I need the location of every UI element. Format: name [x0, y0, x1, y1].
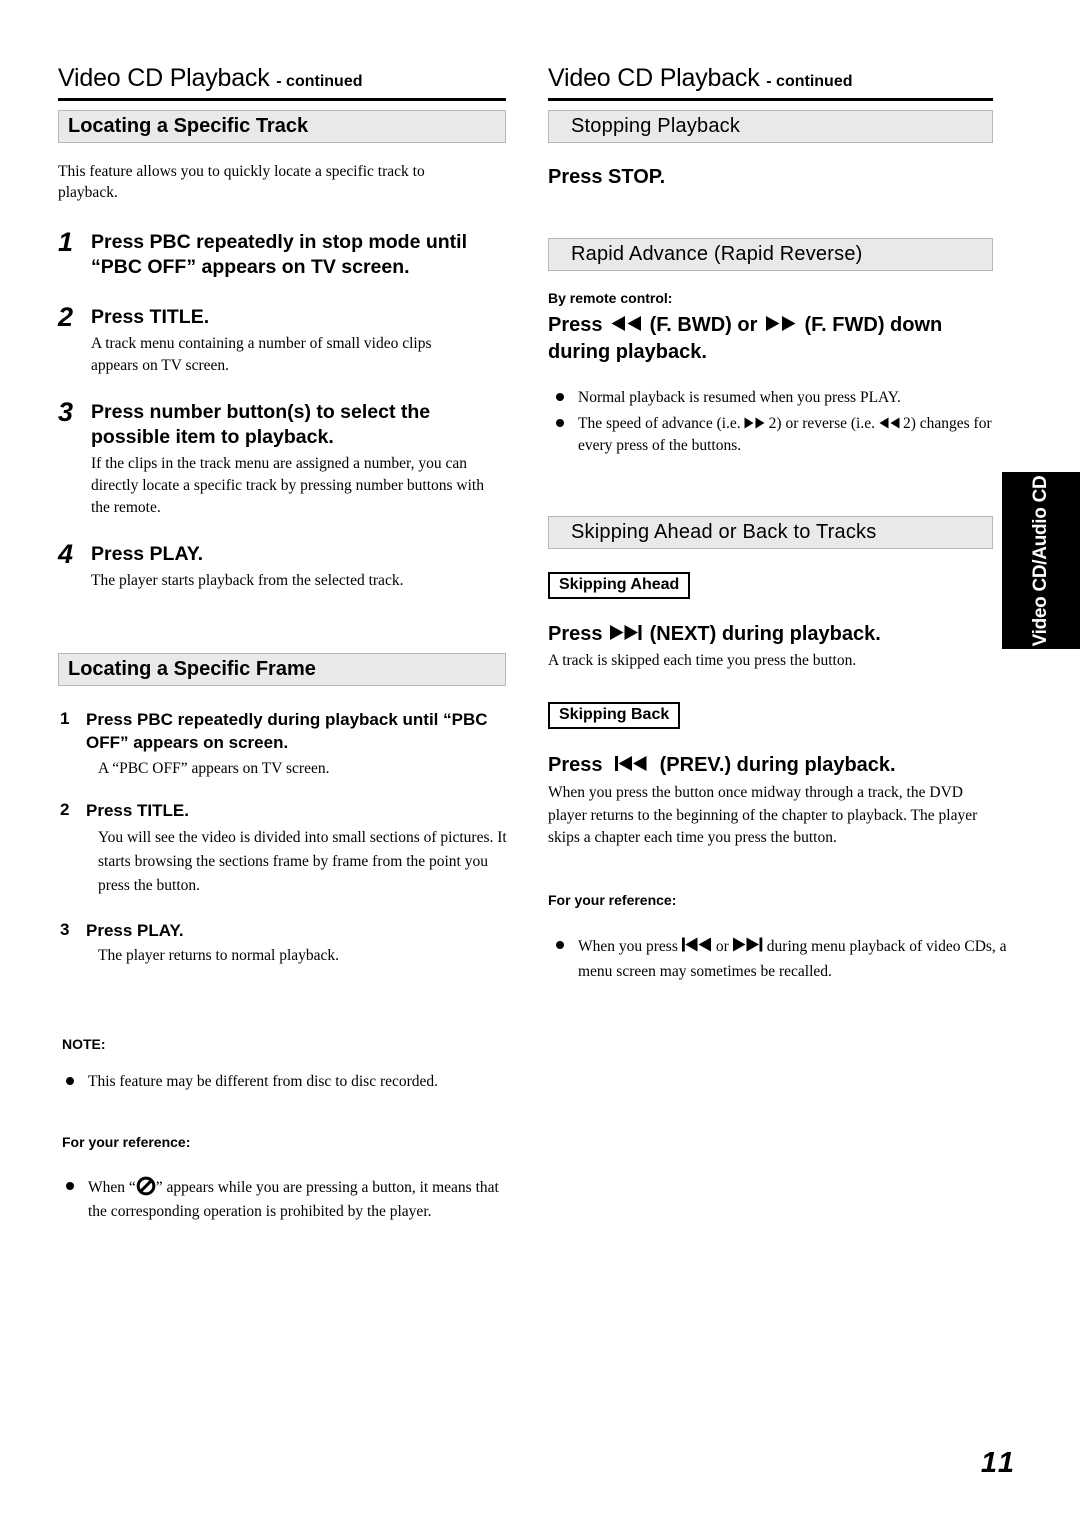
side-tab-video-cd-audio-cd: Video CD/Audio CD [1002, 472, 1080, 649]
rapid-fbwd-label: (F. BWD) or [649, 314, 758, 337]
section-header-skipping-label: Skipping Ahead or Back to Tracks [571, 521, 877, 544]
section-header-locating-track: Locating a Specific Track [58, 110, 506, 143]
frame-step-1: 1 Press PBC repeatedly during playback u… [58, 709, 506, 780]
skipping-back-press-suffix: (PREV.) during playback. [659, 753, 896, 776]
rapid-bullet-1: Normal playback is resumed when you pres… [548, 387, 993, 409]
right-reference-bullet-mid: or [715, 938, 729, 956]
previous-track-icon [613, 755, 649, 772]
track-step-4-number: 4 [58, 538, 74, 569]
page-title-right-suffix: - continued [766, 73, 853, 90]
section-header-stopping-playback: Stopping Playback [548, 110, 993, 143]
right-reference-bullet-part1: When you press [578, 938, 678, 956]
locating-track-intro: This feature allows you to quickly locat… [58, 163, 425, 201]
frame-step-1-heading: Press PBC repeatedly during playback unt… [86, 710, 488, 752]
note-bullet-1-text: This feature may be different from disc … [88, 1072, 439, 1090]
bullet-dot-icon [556, 393, 564, 402]
rapid-advance-press-line: Press (F. BWD) or (F. FWD) down during p… [548, 312, 988, 365]
section-header-stopping-playback-label: Stopping Playback [571, 115, 741, 137]
press-stop-line: Press STOP. [548, 166, 666, 188]
page-title-left-main: Video CD Playback [58, 64, 270, 92]
section-header-locating-frame-label: Locating a Specific Frame [68, 658, 316, 681]
bullet-dot-icon [556, 941, 564, 950]
section-header-locating-track-label: Locating a Specific Track [68, 115, 309, 137]
frame-step-3-number: 3 [60, 919, 70, 939]
skipping-back-press-prefix: Press [548, 753, 603, 776]
frame-step-3-desc: The player returns to normal playback. [98, 947, 340, 965]
page-title-left: Video CD Playback - continued [58, 64, 506, 101]
next-track-icon [732, 937, 764, 952]
left-column: Video CD Playback - continued Locating a… [58, 64, 508, 1224]
left-reference-label: For your reference: [62, 1133, 191, 1150]
track-step-3: 3 Press number button(s) to select the p… [58, 396, 506, 520]
rewind-icon [877, 417, 901, 429]
section-header-skipping: Skipping Ahead or Back to Tracks [548, 516, 993, 550]
frame-step-1-desc: A “PBC OFF” appears on TV screen. [98, 759, 330, 777]
track-step-2: 2 Press TITLE. A track menu containing a… [58, 301, 506, 378]
rapid-press-prefix: Press [548, 314, 603, 337]
track-step-1: 1 Press PBC repeatedly in stop mode unti… [58, 226, 506, 280]
prohibited-icon [136, 1176, 156, 1196]
skipping-ahead-press-prefix: Press [548, 622, 603, 645]
frame-step-3: 3 Press PLAY. The player returns to norm… [58, 920, 506, 968]
rapid-bullet-2: The speed of advance (i.e. 2) or reverse… [548, 413, 1018, 457]
section-header-locating-frame: Locating a Specific Frame [58, 653, 506, 687]
skipping-ahead-boxed-label: Skipping Ahead [548, 572, 691, 599]
skipping-ahead-desc: A track is skipped each time you press t… [548, 652, 857, 670]
skipping-back-desc: When you press the button once midway th… [548, 784, 978, 846]
frame-step-3-heading: Press PLAY. [86, 920, 184, 940]
bullet-dot-icon [66, 1181, 74, 1190]
right-reference-label: For your reference: [548, 892, 677, 909]
track-step-3-desc: If the clips in the track menu are assig… [91, 454, 484, 517]
track-step-3-heading: Press number button(s) to select the pos… [91, 400, 431, 448]
frame-step-2-heading: Press TITLE. [86, 801, 189, 821]
frame-step-2: 2 Press TITLE. You will see the video is… [58, 800, 507, 898]
left-reference-bullet: When “ ” appears while you are pressing … [58, 1176, 508, 1224]
skipping-ahead-press-line: Press (NEXT) during playback. [548, 621, 993, 647]
side-tab-label: Video CD/Audio CD [1030, 475, 1051, 646]
right-reference-bullet: When you press or during menu playback o… [548, 935, 1018, 985]
skipping-back-press-line: Press (PREV.) during playback. [548, 752, 993, 778]
page-title-left-suffix: - continued [276, 73, 363, 90]
bullet-dot-icon [66, 1076, 74, 1085]
next-track-icon [608, 624, 644, 641]
track-step-3-number: 3 [58, 396, 74, 427]
section-header-rapid-advance: Rapid Advance (Rapid Reverse) [548, 238, 993, 272]
track-step-4-desc: The player starts playback from the sele… [91, 571, 404, 589]
by-remote-control-label: By remote control: [548, 290, 673, 307]
right-column: Video CD Playback - continued Stopping P… [548, 64, 1007, 985]
previous-track-icon [681, 937, 713, 952]
track-step-4-heading: Press PLAY. [91, 542, 204, 565]
frame-step-2-desc: You will see the video is divided into s… [98, 828, 507, 894]
rapid-bullet-2-part1: The speed of advance (i.e. [578, 415, 741, 433]
track-step-2-heading: Press TITLE. [91, 305, 210, 328]
track-step-4: 4 Press PLAY. The player starts playback… [58, 538, 506, 592]
frame-step-2-number: 2 [60, 800, 70, 820]
page-title-right: Video CD Playback - continued [548, 64, 993, 101]
skipping-ahead-press-suffix: (NEXT) during playback. [649, 622, 881, 645]
skipping-back-boxed-label: Skipping Back [548, 702, 681, 729]
rapid-bullet-1-text: Normal playback is resumed when you pres… [578, 389, 901, 407]
manual-page: Video CD Playback - continued Locating a… [0, 0, 1080, 1522]
page-number: 11 [980, 1447, 1017, 1479]
bullet-dot-icon [556, 419, 564, 428]
track-step-2-desc: A track menu containing a number of smal… [91, 334, 432, 375]
note-bullet-1: This feature may be different from disc … [58, 1071, 506, 1093]
rapid-bullet-2-part2: 2) or reverse (i.e. [768, 415, 875, 433]
frame-step-1-number: 1 [60, 709, 70, 729]
section-header-rapid-advance-label: Rapid Advance (Rapid Reverse) [571, 243, 863, 266]
rewind-icon [608, 315, 644, 332]
note-label: NOTE: [62, 1035, 106, 1052]
track-step-1-heading: Press PBC repeatedly in stop mode until … [91, 230, 468, 278]
page-title-right-main: Video CD Playback [548, 64, 760, 92]
track-step-2-number: 2 [58, 301, 74, 332]
fast-forward-icon [763, 315, 799, 332]
left-reference-bullet-part1: When “ [88, 1178, 136, 1196]
track-step-1-number: 1 [58, 226, 74, 257]
fast-forward-icon [743, 417, 767, 429]
